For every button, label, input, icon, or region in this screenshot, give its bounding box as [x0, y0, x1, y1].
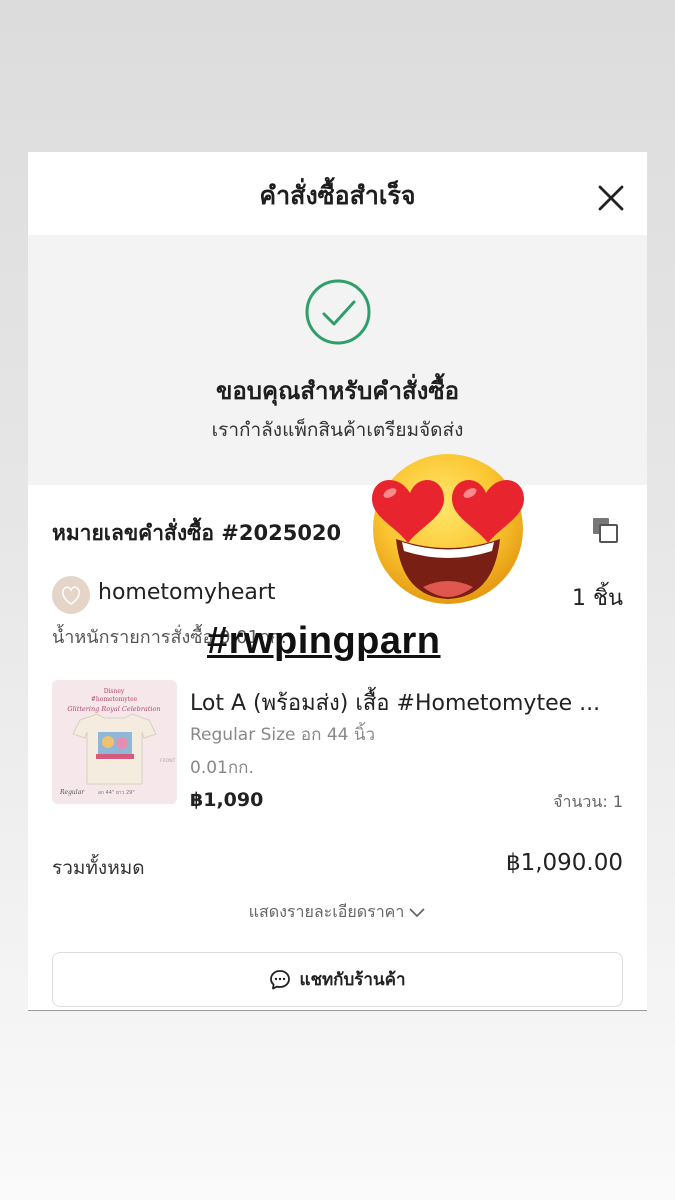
item-count: 1 ชิ้น: [572, 586, 623, 611]
thanks-title: ขอบคุณสำหรับคำสั่งซื้อ: [215, 377, 460, 405]
chevron-down-icon: [409, 907, 426, 917]
product-quantity: จำนวน: 1: [553, 792, 623, 811]
close-icon[interactable]: [595, 182, 627, 214]
chat-bubble-icon: [270, 969, 291, 989]
shop-name[interactable]: hometomyheart: [98, 580, 276, 605]
order-success-card: คำสั่งซื้อสำเร็จ ขอบคุณสำหรับคำสั่งซื้อ …: [28, 152, 647, 1010]
hashtag-overlay: #rwpingparn: [207, 620, 441, 662]
product-weight: 0.01กก.: [190, 758, 254, 778]
total-value: ฿1,090.00: [505, 850, 623, 876]
product-image[interactable]: Disney #hometomytee Glittering Royal Cel…: [52, 680, 177, 804]
order-number: หมายเลขคำสั่งซื้อ #2025020: [52, 521, 342, 545]
header: คำสั่งซื้อสำเร็จ: [28, 152, 647, 235]
show-price-details-link[interactable]: แสดงรายละเอียดราคา: [28, 900, 647, 925]
product-image-brand: Disney: [104, 688, 125, 695]
total-label: รวมทั้งหมด: [52, 857, 145, 879]
product-image-side: FRONT: [160, 758, 176, 764]
chat-button-label: แชทกับร้านค้า: [299, 970, 406, 990]
card-bottom-divider: [28, 1010, 647, 1011]
heart-eyes-emoji-icon: [368, 447, 528, 611]
product-variant: Regular Size อก 44 นิ้ว: [190, 725, 376, 745]
product-title[interactable]: Lot A (พร้อมส่ง) เสื้อ #Hometomytee ...: [190, 685, 620, 720]
product-image-name: Glittering Royal Celebration: [67, 705, 160, 713]
page-title: คำสั่งซื้อสำเร็จ: [259, 181, 416, 210]
show-details-label: แสดงรายละเอียดราคา: [248, 902, 405, 921]
copy-icon[interactable]: [590, 515, 620, 549]
check-circle-icon: [304, 278, 372, 350]
product-image-size: Regular: [59, 789, 85, 796]
thanks-subtitle: เรากำลังแพ็กสินค้าเตรียมจัดส่ง: [211, 419, 464, 441]
shop-avatar: [52, 576, 90, 614]
chat-with-shop-button[interactable]: แชทกับร้านค้า: [52, 952, 623, 1007]
confirmation-panel: ขอบคุณสำหรับคำสั่งซื้อ เรากำลังแพ็กสินค้…: [28, 235, 647, 485]
product-image-collection: #hometomytee: [91, 696, 138, 703]
product-image-measure: อก 44" ยาว 29": [98, 790, 135, 796]
product-price: ฿1,090: [190, 789, 264, 811]
